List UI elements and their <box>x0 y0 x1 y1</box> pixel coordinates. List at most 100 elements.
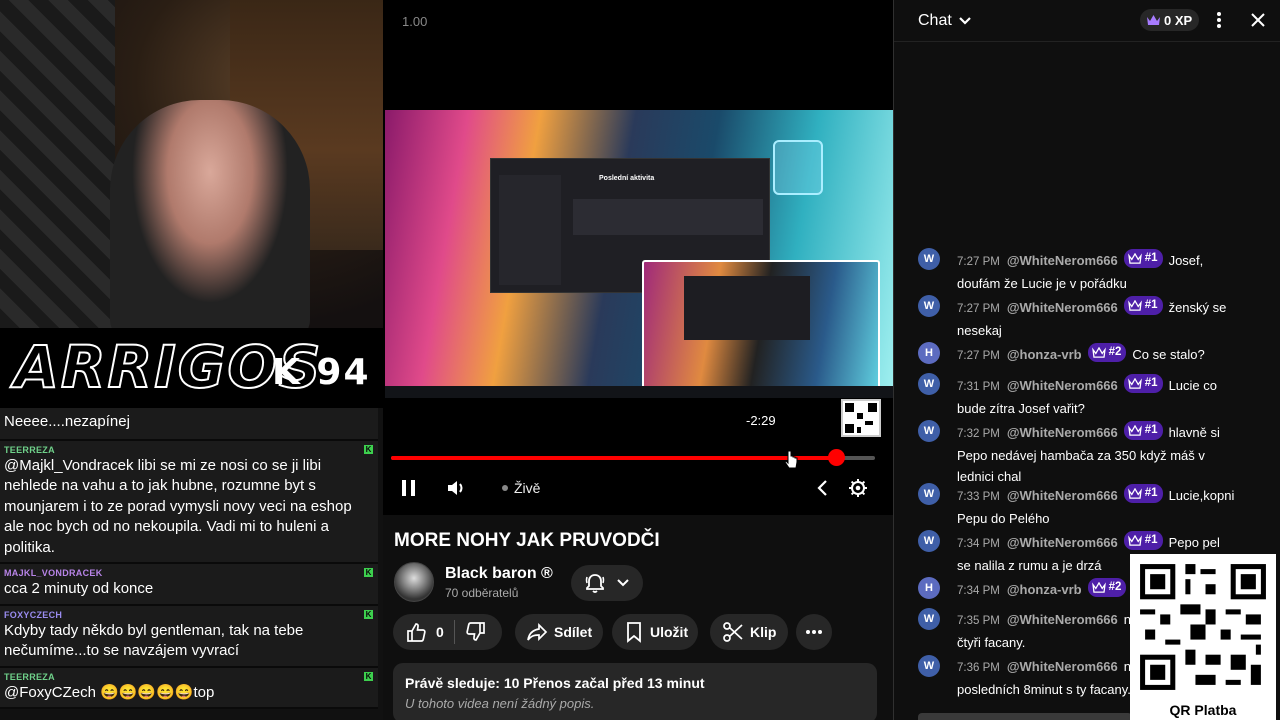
collapse-button[interactable] <box>815 476 831 500</box>
rank-label: #1 <box>1144 487 1158 499</box>
chat-avatar[interactable]: W <box>918 420 940 442</box>
rank-label: #1 <box>1144 252 1158 264</box>
volume-button[interactable] <box>446 476 466 500</box>
qr-label: QR Platba <box>1169 702 1237 718</box>
video-title: MORE NOHY JAK PRUVODČI <box>394 530 660 551</box>
overlay-chat-message: TEERREZA @FoxyCZech 😄😄😄😄😄top K <box>0 667 378 709</box>
share-icon <box>527 622 548 642</box>
chat-timestamp: 7:34 PM <box>957 585 1000 597</box>
dislike-icon[interactable] <box>465 621 487 643</box>
description-box[interactable]: Právě sleduje: 10 Přenos začal před 13 m… <box>393 663 877 720</box>
chat-text: Co se stalo? <box>1132 347 1205 362</box>
share-button[interactable]: Sdílet <box>515 614 603 650</box>
chat-avatar[interactable]: W <box>918 483 940 505</box>
notification-button[interactable] <box>571 565 643 601</box>
video-player[interactable]: 1.00 Poslední aktivita -2:29 Živě <box>383 0 893 515</box>
share-label: Sdílet <box>554 624 593 640</box>
xp-badge[interactable]: 0 XP <box>1140 9 1200 31</box>
overlay-chat-text: @Majkl_Vondracek libi se mi ze nosi co s… <box>4 456 352 556</box>
chat-avatar[interactable]: W <box>918 295 940 317</box>
embedded-app-title: Poslední aktivita <box>599 175 655 182</box>
like-divider <box>453 620 455 644</box>
settings-button[interactable] <box>848 476 868 500</box>
crown-icon <box>1147 15 1160 25</box>
pause-icon <box>402 480 415 496</box>
chat-avatar[interactable]: W <box>918 530 940 552</box>
kick-icon: K <box>364 444 373 454</box>
overlay-chat-message: FOXYCZECH Kdyby tady někdo byl gentleman… <box>0 605 378 668</box>
progress-knob[interactable] <box>828 449 846 466</box>
webcam-streamer <box>110 100 310 328</box>
chat-title: Chat <box>918 12 952 29</box>
more-actions-button[interactable] <box>796 614 832 650</box>
chat-message-body: 7:31 PM @WhiteNerom666 #1 Lucie co bude zít… <box>957 374 1237 419</box>
channel-avatar[interactable] <box>394 562 434 602</box>
chat-avatar[interactable]: H <box>918 342 940 364</box>
rank-label: #2 <box>1108 346 1122 358</box>
chat-avatar[interactable]: W <box>918 608 940 630</box>
volume-icon <box>448 481 463 495</box>
webcam-feed <box>0 0 383 328</box>
qr-code-image <box>1140 564 1266 690</box>
chat-author[interactable]: @WhiteNerom666 <box>1007 253 1118 268</box>
playback-speed-label: 1.00 <box>402 14 428 29</box>
save-icon <box>627 622 641 643</box>
chat-author[interactable]: @WhiteNerom666 <box>1007 300 1118 315</box>
qr-payment: QR Platba <box>1130 554 1276 720</box>
chat-author[interactable]: @WhiteNerom666 <box>1007 659 1118 674</box>
kick-icon: K <box>364 568 373 577</box>
chat-timestamp: 7:27 PM <box>957 256 1000 268</box>
settings-icon <box>849 479 867 497</box>
chat-author[interactable]: @WhiteNerom666 <box>1007 535 1118 550</box>
live-indicator[interactable]: Živě <box>502 476 540 500</box>
rank-label: #1 <box>1144 424 1158 436</box>
rank-label: #1 <box>1144 377 1158 389</box>
crown-icon <box>1127 300 1142 311</box>
chat-avatar[interactable]: H <box>918 577 940 599</box>
crown-icon <box>1127 425 1142 436</box>
save-button[interactable]: Uložit <box>612 614 698 650</box>
desktop-widget-logo <box>773 140 823 195</box>
embedded-app-sidebar <box>499 175 561 285</box>
pause-button[interactable] <box>399 476 419 500</box>
chat-author[interactable]: @honza-vrb <box>1007 347 1082 362</box>
rank-label: #1 <box>1144 534 1158 546</box>
chat-avatar[interactable]: W <box>918 655 940 677</box>
rank-badge: #1 <box>1123 374 1163 393</box>
crown-icon <box>1091 347 1106 358</box>
overlay-chat-user: MAJKL_VONDRACEK <box>4 568 103 578</box>
chat-mode-dropdown[interactable]: Chat <box>918 12 972 30</box>
chat-message-body: 7:32 PM @WhiteNerom666 #1 hlavně si Pepo ne… <box>957 421 1237 487</box>
chat-author[interactable]: @honza-vrb <box>1007 582 1082 597</box>
like-icon[interactable] <box>405 621 427 643</box>
rank-badge: #1 <box>1123 296 1163 315</box>
channel-name[interactable]: Black baron ® <box>445 565 553 583</box>
time-remaining: -2:29 <box>746 413 776 428</box>
stream-overlay: ARRIGOS K 94 Neeee....nezapínej TEERREZA… <box>0 0 383 720</box>
save-label: Uložit <box>650 624 689 640</box>
chat-message-body: 7:33 PM @WhiteNerom666 #1 Lucie,kopni Pepu … <box>957 484 1237 529</box>
chevron-down-icon <box>617 579 629 587</box>
chat-avatar[interactable]: W <box>918 373 940 395</box>
overlay-chat-user: FOXYCZECH <box>4 609 63 620</box>
chat-author[interactable]: @WhiteNerom666 <box>1007 378 1118 393</box>
video-frame[interactable]: Poslední aktivita <box>385 110 893 398</box>
clip-button[interactable]: Klip <box>710 614 788 650</box>
progress-fill <box>391 456 837 460</box>
close-icon[interactable] <box>1248 10 1268 30</box>
chat-author[interactable]: @WhiteNerom666 <box>1007 425 1118 440</box>
kebab-icon[interactable] <box>1209 10 1229 30</box>
chat-author[interactable]: @WhiteNerom666 <box>1007 612 1118 627</box>
like-count: 0 <box>436 624 444 640</box>
description-text: U tohoto videa není žádný popis. <box>405 696 595 711</box>
chat-message-body: 7:27 PM @WhiteNerom666 #1 Josef, doufám že … <box>957 249 1237 294</box>
live-stats: Právě sleduje: 10 Přenos začal před 13 m… <box>405 675 705 691</box>
chat-author[interactable]: @WhiteNerom666 <box>1007 488 1118 503</box>
crown-icon <box>1127 535 1142 546</box>
overlay-chat-text: cca 2 minuty od konce <box>4 580 154 597</box>
overlay-chat-user: TEERREZA <box>4 444 55 455</box>
chat-avatar[interactable]: W <box>918 248 940 270</box>
chat-timestamp: 7:34 PM <box>957 538 1000 550</box>
rank-label: #1 <box>1144 299 1158 311</box>
progress-bar[interactable] <box>391 449 875 466</box>
